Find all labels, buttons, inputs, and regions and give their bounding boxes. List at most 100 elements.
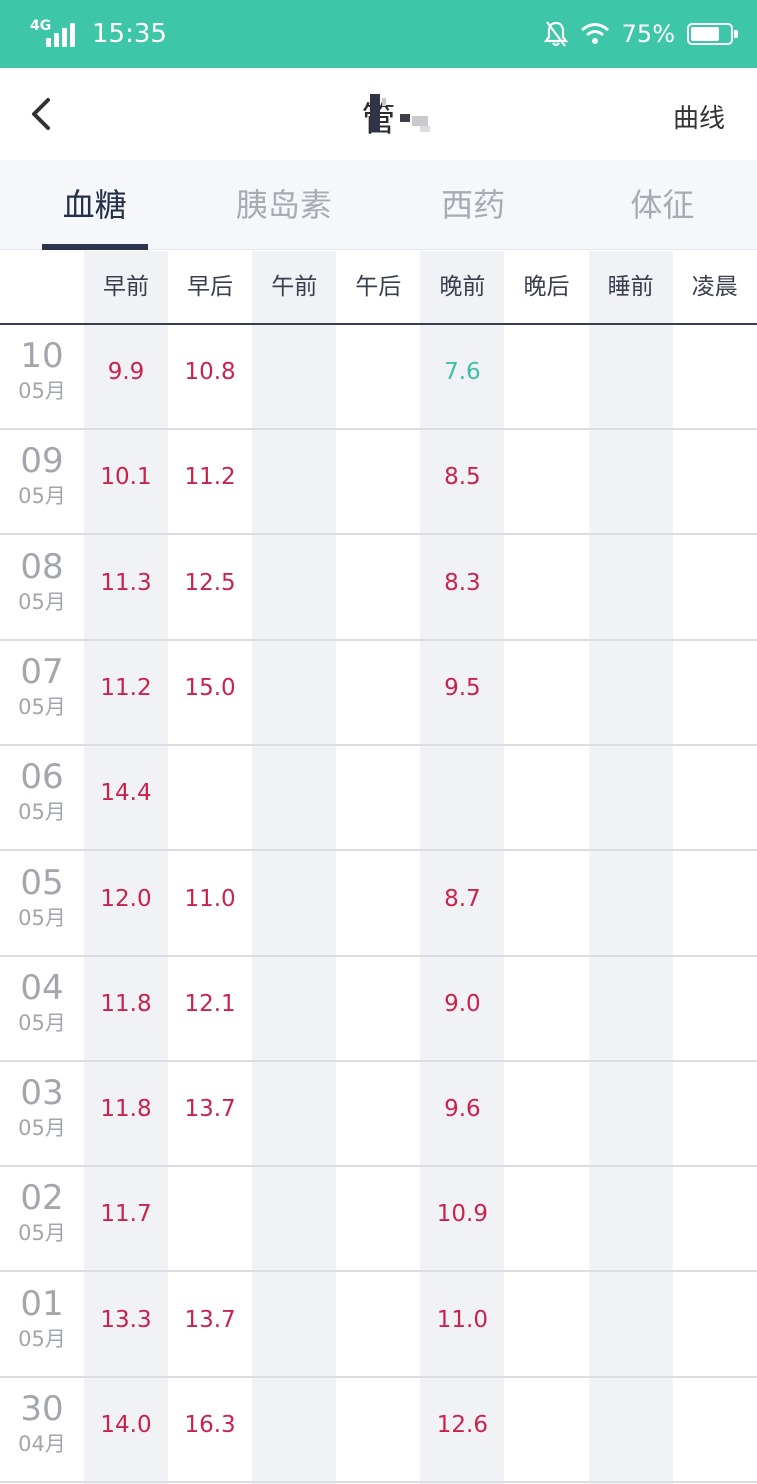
glucose-cell[interactable]: 14.4 (84, 746, 168, 849)
glucose-cell[interactable] (336, 1167, 420, 1270)
glucose-cell[interactable]: 11.2 (84, 641, 168, 744)
glucose-cell[interactable] (252, 1167, 336, 1270)
glucose-cell[interactable]: 9.9 (84, 325, 168, 428)
glucose-cell[interactable] (505, 1062, 589, 1165)
glucose-cell[interactable] (336, 641, 420, 744)
glucose-cell[interactable]: 13.7 (168, 1062, 252, 1165)
glucose-cell[interactable] (673, 1378, 757, 1481)
glucose-cell[interactable]: 11.0 (168, 852, 252, 955)
table-row[interactable]: 05 05月 12.0 11.0 8.7 (0, 852, 757, 957)
glucose-cell[interactable] (673, 536, 757, 639)
glucose-cell[interactable] (589, 1062, 673, 1165)
glucose-cell[interactable] (589, 1167, 673, 1270)
glucose-cell[interactable]: 12.6 (420, 1378, 504, 1481)
glucose-cell[interactable] (505, 746, 589, 849)
tab-vitals[interactable]: 体征 (568, 160, 757, 249)
glucose-cell[interactable]: 9.0 (420, 957, 504, 1060)
glucose-cell[interactable]: 13.7 (168, 1273, 252, 1376)
glucose-cell[interactable]: 11.8 (84, 1062, 168, 1165)
glucose-cell[interactable] (589, 1378, 673, 1481)
glucose-cell[interactable] (168, 746, 252, 849)
glucose-cell[interactable]: 11.8 (84, 957, 168, 1060)
table-row[interactable]: 06 05月 14.4 (0, 746, 757, 852)
glucose-cell[interactable] (168, 1167, 252, 1270)
glucose-cell[interactable] (336, 1062, 420, 1165)
glucose-cell[interactable] (589, 852, 673, 955)
glucose-cell[interactable]: 14.0 (84, 1378, 168, 1481)
glucose-cell[interactable] (505, 325, 589, 428)
glucose-cell[interactable] (589, 957, 673, 1060)
glucose-cell[interactable] (252, 1378, 336, 1481)
glucose-cell[interactable] (252, 536, 336, 639)
glucose-cell[interactable] (252, 1273, 336, 1376)
glucose-cell[interactable] (589, 641, 673, 744)
glucose-cell[interactable] (505, 641, 589, 744)
glucose-cell[interactable] (336, 536, 420, 639)
glucose-cell[interactable]: 9.6 (420, 1062, 504, 1165)
table-row[interactable]: 10 05月 9.9 10.8 7.6 (0, 325, 757, 430)
glucose-cell[interactable] (336, 1273, 420, 1376)
glucose-cell[interactable]: 8.5 (420, 430, 504, 533)
glucose-cell[interactable] (252, 746, 336, 849)
glucose-cell[interactable]: 15.0 (168, 641, 252, 744)
glucose-cell[interactable] (589, 536, 673, 639)
glucose-cell[interactable] (673, 957, 757, 1060)
glucose-cell[interactable] (505, 430, 589, 533)
glucose-cell[interactable] (505, 1167, 589, 1270)
glucose-cell[interactable] (252, 1062, 336, 1165)
glucose-cell[interactable] (252, 852, 336, 955)
glucose-cell[interactable]: 10.8 (168, 325, 252, 428)
glucose-cell[interactable]: 12.5 (168, 536, 252, 639)
glucose-cell[interactable] (505, 852, 589, 955)
glucose-cell[interactable] (673, 1273, 757, 1376)
tab-insulin[interactable]: 胰岛素 (189, 160, 378, 249)
glucose-cell[interactable] (420, 746, 504, 849)
glucose-cell[interactable] (589, 430, 673, 533)
table-row[interactable]: 04 05月 11.8 12.1 9.0 (0, 957, 757, 1062)
tab-blood-sugar[interactable]: 血糖 (0, 160, 189, 250)
glucose-cell[interactable] (673, 325, 757, 428)
glucose-cell[interactable]: 11.3 (84, 536, 168, 639)
glucose-cell[interactable]: 12.1 (168, 957, 252, 1060)
glucose-cell[interactable] (673, 430, 757, 533)
table-row[interactable]: 02 05月 11.7 10.9 (0, 1167, 757, 1273)
table-row[interactable]: 01 05月 13.3 13.7 11.0 (0, 1273, 757, 1378)
glucose-cell[interactable] (336, 430, 420, 533)
glucose-cell[interactable]: 11.0 (420, 1273, 504, 1376)
glucose-cell[interactable] (252, 641, 336, 744)
glucose-cell[interactable] (589, 325, 673, 428)
glucose-cell[interactable] (505, 536, 589, 639)
table-row[interactable]: 09 05月 10.1 11.2 8.5 (0, 430, 757, 536)
glucose-cell[interactable] (252, 957, 336, 1060)
table-row[interactable]: 08 05月 11.3 12.5 8.3 (0, 536, 757, 641)
glucose-cell[interactable] (252, 325, 336, 428)
glucose-cell[interactable] (673, 746, 757, 849)
glucose-cell[interactable] (673, 1167, 757, 1270)
glucose-cell[interactable] (252, 430, 336, 533)
glucose-cell[interactable] (505, 1273, 589, 1376)
glucose-cell[interactable] (336, 746, 420, 849)
glucose-cell[interactable]: 12.0 (84, 852, 168, 955)
glucose-cell[interactable]: 11.2 (168, 430, 252, 533)
glucose-cell[interactable] (589, 746, 673, 849)
glucose-cell[interactable]: 9.5 (420, 641, 504, 744)
glucose-cell[interactable]: 8.7 (420, 852, 504, 955)
curve-button[interactable]: 曲线 (673, 98, 725, 135)
glucose-cell[interactable]: 8.3 (420, 536, 504, 639)
glucose-cell[interactable] (589, 1273, 673, 1376)
glucose-cell[interactable] (673, 852, 757, 955)
glucose-cell[interactable]: 10.9 (420, 1167, 504, 1270)
glucose-cell[interactable]: 11.7 (84, 1167, 168, 1270)
glucose-cell[interactable]: 16.3 (168, 1378, 252, 1481)
glucose-cell[interactable]: 10.1 (84, 430, 168, 533)
glucose-cell[interactable] (505, 957, 589, 1060)
glucose-cell[interactable]: 13.3 (84, 1273, 168, 1376)
glucose-cell[interactable]: 7.6 (420, 325, 504, 428)
table-row[interactable]: 07 05月 11.2 15.0 9.5 (0, 641, 757, 746)
table-row[interactable]: 30 04月 14.0 16.3 12.6 (0, 1378, 757, 1483)
glucose-cell[interactable] (673, 1062, 757, 1165)
tab-western-medicine[interactable]: 西药 (379, 160, 568, 249)
glucose-cell[interactable] (336, 852, 420, 955)
glucose-cell[interactable] (336, 325, 420, 428)
glucose-cell[interactable] (336, 957, 420, 1060)
